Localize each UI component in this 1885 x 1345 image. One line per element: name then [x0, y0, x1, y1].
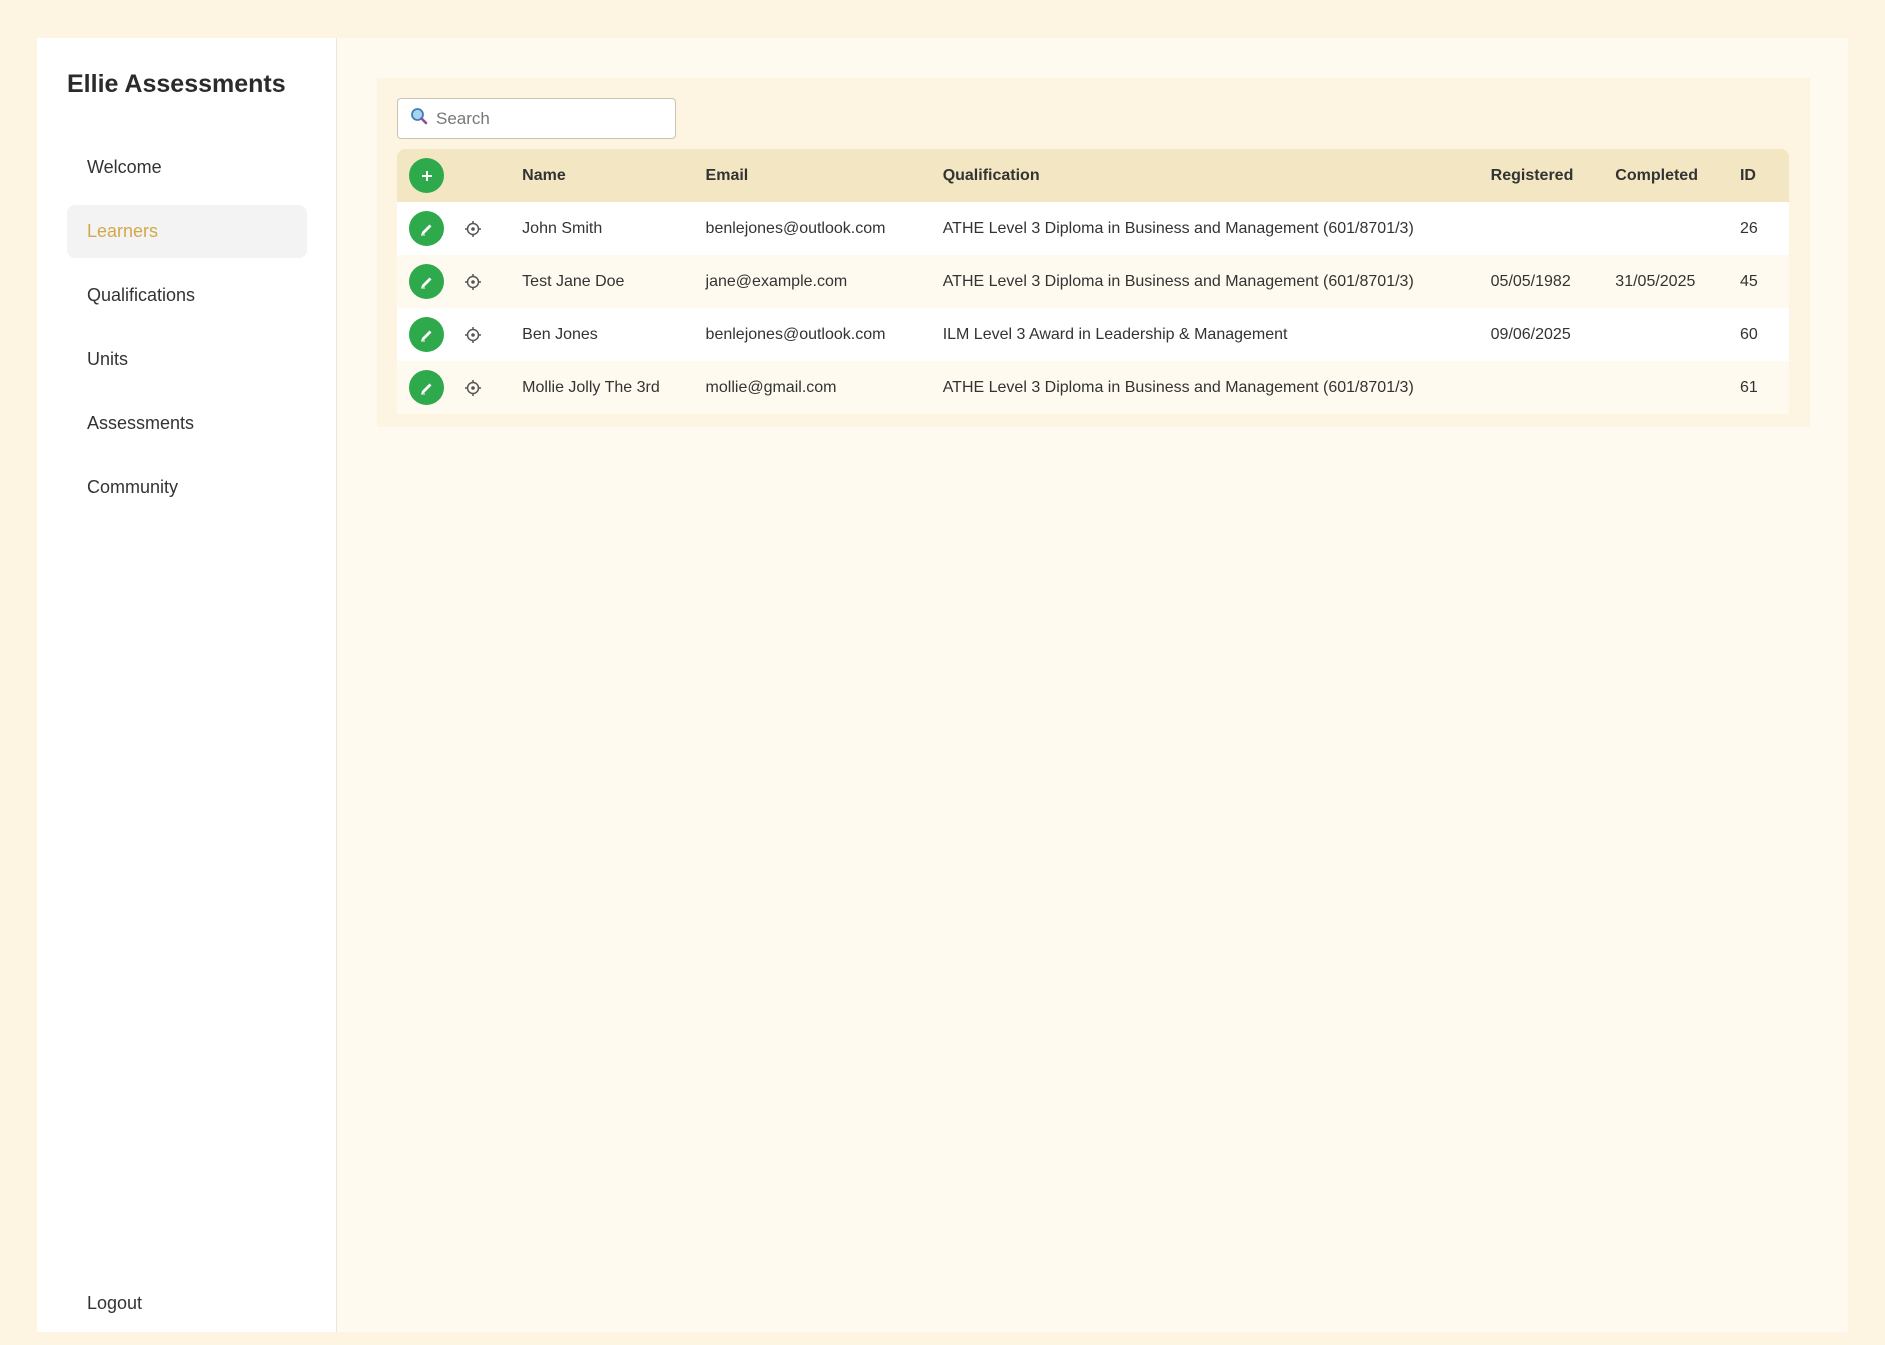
cell-email: mollie@gmail.com — [704, 361, 942, 414]
learners-table: Name Email Qualification Registered Comp… — [397, 149, 1789, 414]
cell-completed — [1614, 308, 1739, 361]
cell-email: benlejones@outlook.com — [704, 202, 942, 255]
cell-id: 60 — [1738, 308, 1789, 361]
add-column-header — [397, 149, 463, 202]
table-row[interactable]: Mollie Jolly The 3rd mollie@gmail.com AT… — [397, 361, 1789, 414]
sidebar-item-welcome[interactable]: Welcome — [67, 141, 307, 194]
table-row[interactable]: Ben Jones benlejones@outlook.com ILM Lev… — [397, 308, 1789, 361]
cell-registered — [1489, 361, 1615, 414]
sidebar: Ellie Assessments Welcome Learners Quali… — [37, 38, 337, 1332]
learner-settings-button[interactable] — [463, 272, 483, 292]
cell-id: 26 — [1738, 202, 1789, 255]
add-learner-button[interactable] — [409, 158, 444, 193]
edit-learner-button[interactable] — [409, 317, 444, 352]
gear-icon — [465, 220, 482, 237]
table-row[interactable]: John Smith benlejones@outlook.com ATHE L… — [397, 202, 1789, 255]
learner-settings-button[interactable] — [463, 325, 483, 345]
pencil-icon — [420, 330, 431, 341]
cell-id: 61 — [1738, 361, 1789, 414]
column-header-id[interactable]: ID — [1738, 149, 1789, 202]
edit-learner-button[interactable] — [409, 264, 444, 299]
learner-settings-button[interactable] — [463, 378, 483, 398]
table-row[interactable]: Test Jane Doe jane@example.com ATHE Leve… — [397, 255, 1789, 308]
learners-panel: Name Email Qualification Registered Comp… — [377, 78, 1810, 427]
column-header-qualification[interactable]: Qualification — [941, 149, 1490, 202]
gear-icon — [465, 273, 482, 290]
search-input[interactable] — [434, 107, 658, 130]
cell-email: benlejones@outlook.com — [704, 308, 942, 361]
table-header-row: Name Email Qualification Registered Comp… — [397, 149, 1789, 202]
search-box — [397, 98, 676, 139]
plus-icon — [421, 170, 432, 181]
column-header-registered[interactable]: Registered — [1489, 149, 1615, 202]
cell-qualification: ILM Level 3 Award in Leadership & Manage… — [941, 308, 1490, 361]
cell-qualification: ATHE Level 3 Diploma in Business and Man… — [941, 361, 1490, 414]
edit-learner-button[interactable] — [409, 370, 444, 405]
cell-qualification: ATHE Level 3 Diploma in Business and Man… — [941, 202, 1490, 255]
cell-name: Test Jane Doe — [521, 255, 705, 308]
sidebar-item-learners[interactable]: Learners — [67, 205, 307, 258]
sidebar-item-units[interactable]: Units — [67, 333, 307, 386]
column-header-name[interactable]: Name — [521, 149, 705, 202]
column-header-completed[interactable]: Completed — [1614, 149, 1739, 202]
sidebar-item-assessments[interactable]: Assessments — [67, 397, 307, 450]
logout-link[interactable]: Logout — [87, 1293, 142, 1314]
pencil-icon — [420, 277, 431, 288]
sidebar-item-community[interactable]: Community — [67, 461, 307, 514]
cell-completed — [1614, 202, 1739, 255]
cell-registered: 09/06/2025 — [1489, 308, 1615, 361]
brand-title: Ellie Assessments — [67, 70, 286, 98]
main-content: Name Email Qualification Registered Comp… — [337, 38, 1848, 1332]
column-header-email[interactable]: Email — [704, 149, 942, 202]
sidebar-nav: Welcome Learners Qualifications Units As… — [67, 141, 307, 525]
gear-icon — [465, 379, 482, 396]
cell-registered — [1489, 202, 1615, 255]
search-icon — [410, 107, 428, 130]
app-window: Ellie Assessments Welcome Learners Quali… — [37, 38, 1848, 1332]
edit-learner-button[interactable] — [409, 211, 444, 246]
pencil-icon — [420, 224, 431, 235]
cell-name: John Smith — [521, 202, 705, 255]
cell-registered: 05/05/1982 — [1489, 255, 1615, 308]
learner-settings-button[interactable] — [463, 219, 483, 239]
cell-completed: 31/05/2025 — [1614, 255, 1739, 308]
gear-icon — [465, 326, 482, 343]
cell-name: Ben Jones — [521, 308, 705, 361]
cell-qualification: ATHE Level 3 Diploma in Business and Man… — [941, 255, 1490, 308]
cell-email: jane@example.com — [704, 255, 942, 308]
cell-completed — [1614, 361, 1739, 414]
pencil-icon — [420, 383, 431, 394]
sidebar-item-qualifications[interactable]: Qualifications — [67, 269, 307, 322]
settings-column-header — [462, 149, 522, 202]
cell-id: 45 — [1738, 255, 1789, 308]
cell-name: Mollie Jolly The 3rd — [521, 361, 705, 414]
